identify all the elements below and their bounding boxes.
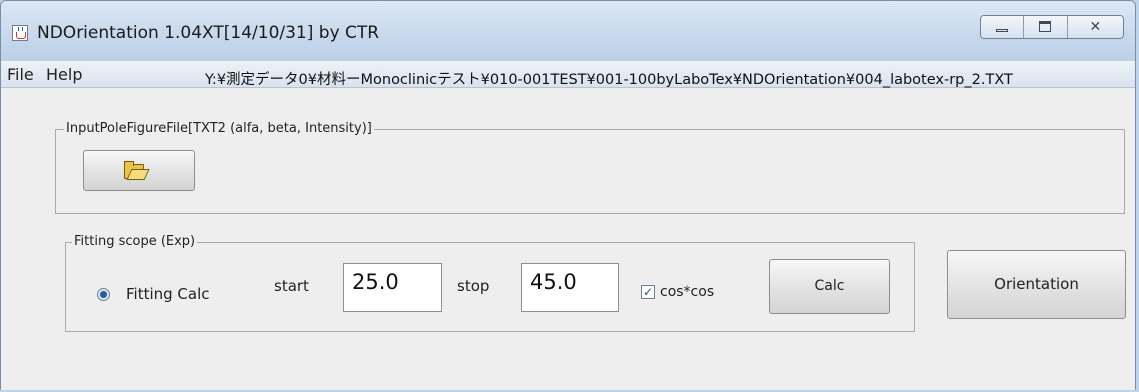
java-app-icon[interactable] (12, 25, 28, 41)
cos-cos-checkbox[interactable]: ✓ (641, 285, 655, 299)
menu-help[interactable]: Help (46, 65, 82, 84)
caption-buttons: ✕ (980, 15, 1124, 39)
input-file-group: InputPoleFigureFile[TXT2 (alfa, beta, In… (55, 121, 1125, 214)
fitting-calc-radio[interactable] (97, 288, 110, 301)
checkmark-icon: ✓ (642, 285, 654, 299)
fitting-calc-label[interactable]: Fitting Calc (126, 285, 210, 303)
close-icon: ✕ (1089, 19, 1102, 35)
file-path-label: Y:¥測定データ0¥材料ーMonoclinicテスト¥010-001TEST¥0… (205, 72, 1013, 88)
cos-cos-label[interactable]: cos*cos (660, 284, 714, 300)
title-bar[interactable]: NDOrientation 1.04XT[14/10/31] by CTR ✕ (1, 1, 1135, 61)
fitting-scope-group-label: Fitting scope (Exp) (72, 234, 198, 249)
minimize-button[interactable] (981, 16, 1025, 38)
calc-button[interactable]: Calc (769, 259, 890, 314)
stop-label: stop (457, 277, 490, 295)
stop-input[interactable]: 45.0 (521, 263, 619, 312)
open-folder-icon (124, 161, 144, 179)
start-label: start (274, 277, 309, 295)
window-title: NDOrientation 1.04XT[14/10/31] by CTR (37, 23, 380, 43)
close-button[interactable]: ✕ (1067, 16, 1123, 38)
start-input[interactable]: 25.0 (343, 263, 442, 312)
input-file-group-label: InputPoleFigureFile[TXT2 (alfa, beta, In… (64, 121, 374, 136)
maximize-button[interactable] (1024, 16, 1068, 38)
main-window: NDOrientation 1.04XT[14/10/31] by CTR ✕ … (0, 0, 1136, 390)
orientation-button[interactable]: Orientation (947, 250, 1126, 319)
menu-file[interactable]: File (7, 65, 34, 84)
open-file-button[interactable] (83, 150, 195, 191)
